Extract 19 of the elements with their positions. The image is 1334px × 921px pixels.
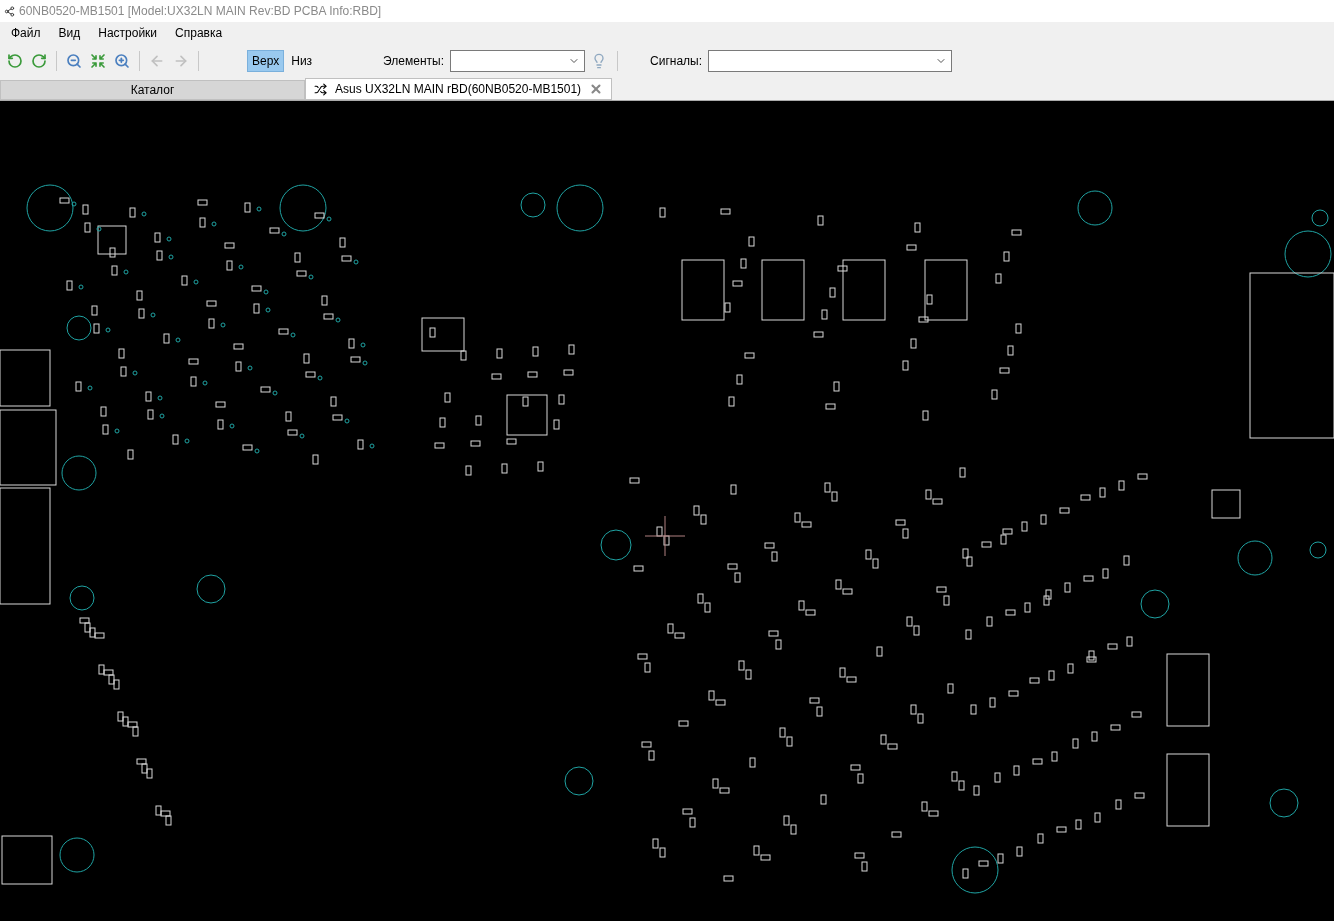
- board-icon: [314, 82, 327, 96]
- elements-label: Элементы:: [383, 53, 444, 70]
- menu-item[interactable]: Файл: [4, 24, 48, 42]
- document-tab[interactable]: Asus UX32LN MAIN rBD(60NB0520-MB1501): [305, 78, 613, 100]
- window-title: 60NB0520-MB1501 [Model:UX32LN MAIN Rev:BD PCBA Info:RBD]: [19, 3, 382, 20]
- document-tab[interactable]: Каталог: [0, 80, 305, 100]
- app-icon: [4, 5, 15, 17]
- signals-label: Сигналы:: [650, 53, 703, 70]
- menu-item[interactable]: Настройки: [91, 24, 165, 42]
- tab-label: Каталог: [130, 82, 175, 99]
- signals-dropdown[interactable]: [708, 50, 953, 72]
- layer-toggle[interactable]: Низ: [286, 50, 318, 72]
- tab-label: Asus UX32LN MAIN rBD(60NB0520-MB1501): [335, 81, 582, 98]
- close-icon[interactable]: [589, 82, 604, 96]
- menu-item[interactable]: Вид: [51, 24, 88, 42]
- elements-dropdown[interactable]: [450, 50, 585, 72]
- menu-item[interactable]: Справка: [168, 24, 230, 42]
- lightbulb-icon[interactable]: [591, 53, 607, 69]
- layer-toggle[interactable]: Верх: [247, 50, 285, 72]
